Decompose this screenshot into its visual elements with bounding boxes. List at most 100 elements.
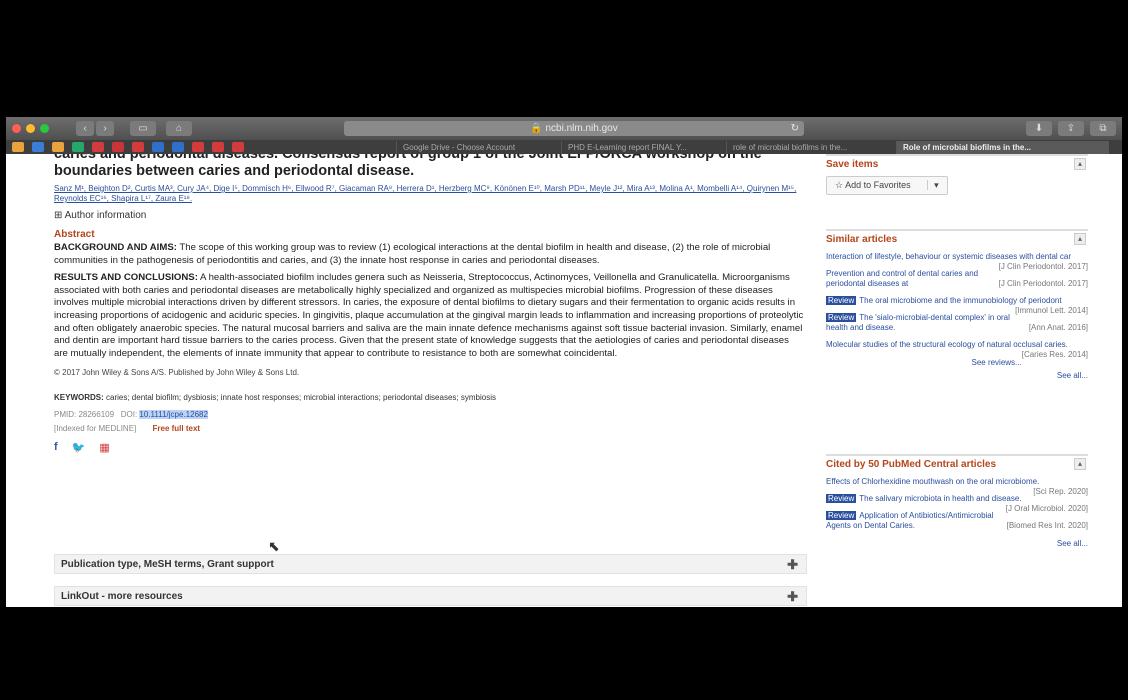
author-information-label: Author information bbox=[64, 210, 147, 221]
article-source: [Ann Anat. 2016] bbox=[1028, 323, 1088, 332]
review-badge: Review bbox=[826, 313, 857, 322]
article-link[interactable]: The salivary microbiota in health and di… bbox=[859, 494, 1021, 503]
download-icon[interactable]: ⬇ bbox=[1026, 121, 1052, 136]
tab-google-drive[interactable]: Google Drive - Choose Account bbox=[396, 141, 559, 154]
article-link[interactable]: Molecular studies of the structural ecol… bbox=[826, 340, 1068, 349]
similar-article-item[interactable]: Molecular studies of the structural ecol… bbox=[826, 340, 1088, 359]
cited-by-heading: Cited by 50 PubMed Central articles bbox=[826, 459, 997, 470]
bookmark-icon[interactable] bbox=[112, 142, 124, 152]
bookmark-icon[interactable] bbox=[32, 142, 44, 152]
bookmark-icon[interactable] bbox=[232, 142, 244, 152]
medline-index: [Indexed for MEDLINE] Free full text bbox=[54, 424, 804, 433]
article-source: [Biomed Res Int. 2020] bbox=[1006, 521, 1088, 530]
section-label: LinkOut - more resources bbox=[61, 591, 183, 602]
article-source: [Immunol Lett. 2014] bbox=[1015, 306, 1088, 315]
sidebar-toggle-icon[interactable]: ▭ bbox=[130, 121, 156, 136]
bookmark-icon[interactable] bbox=[72, 142, 84, 152]
page-content: caries and periodontal diseases. Consens… bbox=[6, 154, 1122, 607]
facebook-icon[interactable]: f bbox=[54, 441, 58, 454]
indexed-label: [Indexed for MEDLINE] bbox=[54, 424, 137, 434]
tabs-overview-icon[interactable]: ⧉ bbox=[1090, 121, 1116, 136]
doi-label: DOI: bbox=[120, 410, 138, 420]
save-items-heading: Save items bbox=[826, 159, 879, 170]
share-links: f 🐦 ▦ bbox=[54, 441, 804, 454]
zoom-window-button[interactable] bbox=[40, 124, 49, 133]
google-plus-icon[interactable]: ▦ bbox=[99, 441, 109, 454]
similar-article-item[interactable]: Interaction of lifestyle, behaviour or s… bbox=[826, 252, 1088, 271]
similar-article-item[interactable]: Review The 'sialo-microbial-dental comple… bbox=[826, 313, 1088, 333]
bookmark-icon[interactable] bbox=[92, 142, 104, 152]
tab-role-microbial-1[interactable]: role of microbial biofilms in the... bbox=[726, 141, 899, 154]
linkout-section[interactable]: LinkOut - more resources ✚ bbox=[54, 586, 807, 606]
free-full-text-link[interactable]: Free full text bbox=[153, 424, 201, 433]
article-source: [Caries Res. 2014] bbox=[1021, 350, 1088, 359]
browser-window: ‹ › ▭ ⌂ 🔒 ncbi.nlm.nih.gov ↻ ⬇ ⇪ ⧉ Googl… bbox=[6, 117, 1122, 607]
bookmark-icon[interactable] bbox=[212, 142, 224, 152]
address-text: ncbi.nlm.nih.gov bbox=[545, 123, 618, 134]
article-link[interactable]: The oral microbiome and the immunobiolog… bbox=[859, 296, 1061, 305]
forward-button[interactable]: › bbox=[96, 121, 114, 136]
article-source: [Sci Rep. 2020] bbox=[1033, 487, 1088, 496]
article-link[interactable]: Effects of Chlorhexidine mouthwash on th… bbox=[826, 477, 1039, 486]
reload-icon[interactable]: ↻ bbox=[791, 121, 799, 136]
background-label: BACKGROUND AND AIMS: bbox=[54, 242, 177, 253]
similar-articles-box: Similar articles ▴ Interaction of lifest… bbox=[826, 229, 1088, 380]
article-source: [J Oral Microbiol. 2020] bbox=[1005, 504, 1088, 513]
bookmark-icon[interactable] bbox=[132, 142, 144, 152]
see-all-similar-link[interactable]: See all... bbox=[826, 371, 1088, 380]
cited-article-item[interactable]: Effects of Chlorhexidine mouthwash on th… bbox=[826, 477, 1088, 496]
abstract-background: BACKGROUND AND AIMS: The scope of this w… bbox=[54, 242, 804, 267]
similar-article-item[interactable]: Prevention and control of dental caries … bbox=[826, 269, 1088, 289]
doi-link[interactable]: 10.1111/jcpe.12682 bbox=[139, 410, 208, 420]
window-controls bbox=[12, 124, 49, 133]
cited-article-item[interactable]: Review Application of Antibiotics/Antimic… bbox=[826, 511, 1088, 531]
mouse-pointer-icon: ⬉ bbox=[268, 538, 280, 554]
author-information-toggle[interactable]: ⊞ Author information bbox=[54, 210, 804, 221]
home-icon[interactable]: ⌂ bbox=[166, 121, 192, 136]
identifiers: PMID: 28266109 DOI: 10.1111/jcpe.12682 bbox=[54, 410, 804, 420]
add-to-favorites-button[interactable]: ☆ Add to Favorites ▾ bbox=[826, 176, 948, 195]
results-label: RESULTS AND CONCLUSIONS: bbox=[54, 272, 198, 284]
collapse-icon[interactable]: ▴ bbox=[1074, 158, 1086, 170]
article-source: [J Clin Periodontol. 2017] bbox=[998, 262, 1088, 271]
back-button[interactable]: ‹ bbox=[76, 121, 94, 136]
similar-articles-heading: Similar articles bbox=[826, 234, 898, 245]
bookmark-icon[interactable] bbox=[192, 142, 204, 152]
close-window-button[interactable] bbox=[12, 124, 21, 133]
section-label: Publication type, MeSH terms, Grant supp… bbox=[61, 559, 274, 570]
chevron-down-icon[interactable]: ▾ bbox=[927, 180, 939, 190]
twitter-icon[interactable]: 🐦 bbox=[72, 441, 86, 454]
tab-bar: Google Drive - Choose Account PHD E-Lear… bbox=[6, 140, 1122, 154]
browser-toolbar: ‹ › ▭ ⌂ 🔒 ncbi.nlm.nih.gov ↻ ⬇ ⇪ ⧉ bbox=[6, 117, 1122, 140]
results-text: A health-associated biofilm includes gen… bbox=[54, 272, 804, 359]
add-to-favorites-label: Add to Favorites bbox=[845, 180, 911, 190]
abstract-results: RESULTS AND CONCLUSIONS: A health-associ… bbox=[54, 272, 804, 360]
bookmark-icon[interactable] bbox=[12, 142, 24, 152]
bookmark-icon[interactable] bbox=[152, 142, 164, 152]
copyright-notice: © 2017 John Wiley & Sons A/S. Published … bbox=[54, 368, 300, 378]
share-icon[interactable]: ⇪ bbox=[1058, 121, 1084, 136]
review-badge: Review bbox=[826, 511, 857, 520]
bookmark-icon[interactable] bbox=[52, 142, 64, 152]
collapse-icon[interactable]: ▴ bbox=[1074, 233, 1086, 245]
publication-type-section[interactable]: Publication type, MeSH terms, Grant supp… bbox=[54, 554, 807, 574]
pmid: PMID: 28266109 bbox=[54, 410, 115, 420]
abstract-heading: Abstract bbox=[54, 229, 95, 240]
see-all-cited-link[interactable]: See all... bbox=[826, 539, 1088, 548]
similar-article-item[interactable]: Review The oral microbiome and the immuno… bbox=[826, 296, 1088, 315]
author-list[interactable]: Sanz M¹, Beighton D², Curtis MA³, Cury J… bbox=[54, 184, 804, 204]
tab-role-microbial-active[interactable]: Role of microbial biofilms in the... bbox=[896, 141, 1109, 154]
review-badge: Review bbox=[826, 494, 857, 503]
tab-phd-report[interactable]: PHD E-Learning report FINAL Y... bbox=[561, 141, 724, 154]
star-icon: ☆ bbox=[835, 180, 844, 190]
article-link[interactable]: Interaction of lifestyle, behaviour or s… bbox=[826, 252, 1071, 261]
article-link[interactable]: Prevention and control of dental caries … bbox=[826, 269, 978, 288]
plus-icon[interactable]: ✚ bbox=[787, 587, 798, 607]
article-title: caries and periodontal diseases. Consens… bbox=[54, 154, 762, 179]
collapse-icon[interactable]: ▴ bbox=[1074, 458, 1086, 470]
plus-icon[interactable]: ✚ bbox=[787, 555, 798, 575]
bookmark-icon[interactable] bbox=[172, 142, 184, 152]
address-bar[interactable]: 🔒 ncbi.nlm.nih.gov ↻ bbox=[344, 121, 804, 136]
cited-by-box: Cited by 50 PubMed Central articles ▴ Ef… bbox=[826, 454, 1088, 548]
minimize-window-button[interactable] bbox=[26, 124, 35, 133]
